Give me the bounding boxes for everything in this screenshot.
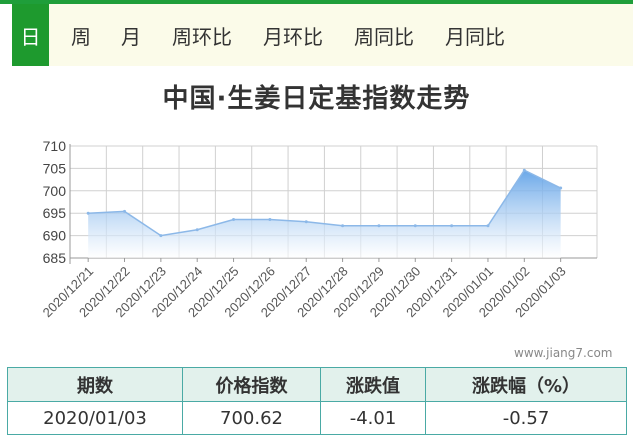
data-point (159, 234, 163, 238)
data-point (377, 224, 381, 228)
header-change-value: 涨跌值 (320, 367, 426, 402)
header-change-percent: 涨跌幅（%） (425, 367, 627, 402)
tab-month-year-over-year[interactable]: 月同比 (445, 4, 505, 66)
data-point (123, 209, 127, 213)
tab-day[interactable]: 日 (12, 4, 49, 66)
data-point (86, 211, 90, 215)
header-price-index: 价格指数 (182, 367, 321, 402)
cell-price-index: 700.62 (182, 401, 321, 435)
header-period: 期数 (7, 367, 183, 402)
chart-title: 中国·生姜日定基指数走势 (162, 84, 471, 114)
y-tick-label: 695 (43, 205, 67, 221)
data-point (450, 224, 454, 228)
data-point (268, 217, 272, 221)
y-tick-label: 700 (43, 183, 67, 199)
table-header-row: 期数 价格指数 涨跌值 涨跌幅（%） (7, 367, 627, 402)
tab-week-over-week[interactable]: 周环比 (172, 4, 232, 66)
y-tick-label: 710 (43, 138, 67, 154)
y-tick-label: 690 (43, 228, 67, 244)
index-stats-table: 期数 价格指数 涨跌值 涨跌幅（%） 2020/01/03 700.62 -4.… (7, 367, 627, 435)
data-point (413, 224, 417, 228)
tab-month-over-month[interactable]: 月环比 (263, 4, 323, 66)
period-tab-bar: 日 周 月 周环比 月环比 周同比 月同比 (12, 4, 633, 66)
table-row: 2020/01/03 700.62 -4.01 -0.57 (7, 401, 627, 435)
data-point (232, 217, 236, 221)
data-point (304, 220, 308, 224)
data-point (522, 168, 526, 172)
y-tick-label: 705 (43, 160, 67, 176)
tab-week-year-over-year[interactable]: 周同比 (354, 4, 414, 66)
data-point (559, 186, 563, 190)
cell-change-percent: -0.57 (425, 401, 627, 435)
tab-month[interactable]: 月 (121, 4, 141, 66)
data-point (486, 224, 490, 228)
cell-change-value: -4.01 (320, 401, 426, 435)
data-point (341, 224, 345, 228)
tab-week[interactable]: 周 (71, 4, 91, 66)
site-watermark: www.jiang7.com (514, 346, 613, 360)
index-trend-chart: 2020/12/212020/12/222020/12/232020/12/24… (40, 138, 598, 320)
data-point (195, 228, 199, 232)
cell-period: 2020/01/03 (7, 401, 183, 435)
y-tick-label: 685 (43, 250, 67, 266)
